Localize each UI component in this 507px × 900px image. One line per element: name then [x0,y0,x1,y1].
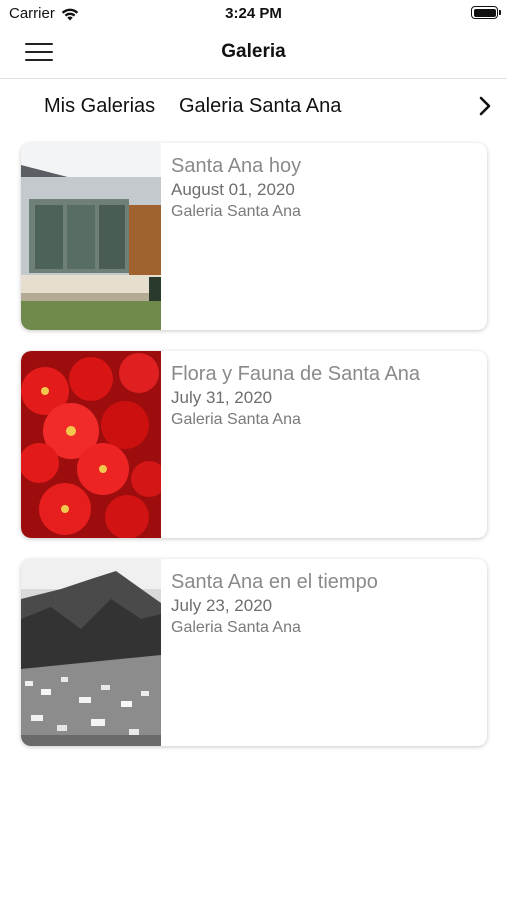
gallery-card[interactable]: Santa Ana en el tiempo July 23, 2020 Gal… [21,559,487,746]
building-photo-image [21,143,161,330]
status-time: 3:24 PM [225,5,282,22]
gallery-title: Santa Ana en el tiempo [171,571,378,593]
gallery-title: Flora y Fauna de Santa Ana [171,363,421,385]
red-flowers-photo-image [21,351,161,538]
chevron-right-icon[interactable] [477,95,493,117]
gallery-thumbnail [21,143,161,330]
gallery-date: July 23, 2020 [171,596,273,615]
navigation-bar: Galeria [0,28,507,79]
mountain-town-photo-image [21,559,161,746]
gallery-thumbnail [21,559,161,746]
breadcrumb-item-mis-galerias[interactable]: Mis Galerias [44,95,155,118]
battery-icon [471,6,501,19]
breadcrumb: Mis Galerias Galeria Santa Ana [0,92,507,122]
breadcrumb-item-galeria-santa-ana[interactable]: Galeria Santa Ana [179,95,341,118]
gallery-source: Galeria Santa Ana [171,203,301,220]
page-title: Galeria [221,41,286,62]
gallery-thumbnail [21,351,161,538]
gallery-source: Galeria Santa Ana [171,619,301,636]
gallery-card[interactable]: Flora y Fauna de Santa Ana July 31, 2020… [21,351,487,538]
gallery-card[interactable]: Santa Ana hoy August 01, 2020 Galeria Sa… [21,143,487,330]
gallery-date: July 31, 2020 [171,388,273,407]
gallery-source: Galeria Santa Ana [171,411,301,428]
gallery-date: August 01, 2020 [171,180,295,199]
status-bar: Carrier 3:24 PM [0,0,507,28]
gallery-title: Santa Ana hoy [171,155,302,177]
